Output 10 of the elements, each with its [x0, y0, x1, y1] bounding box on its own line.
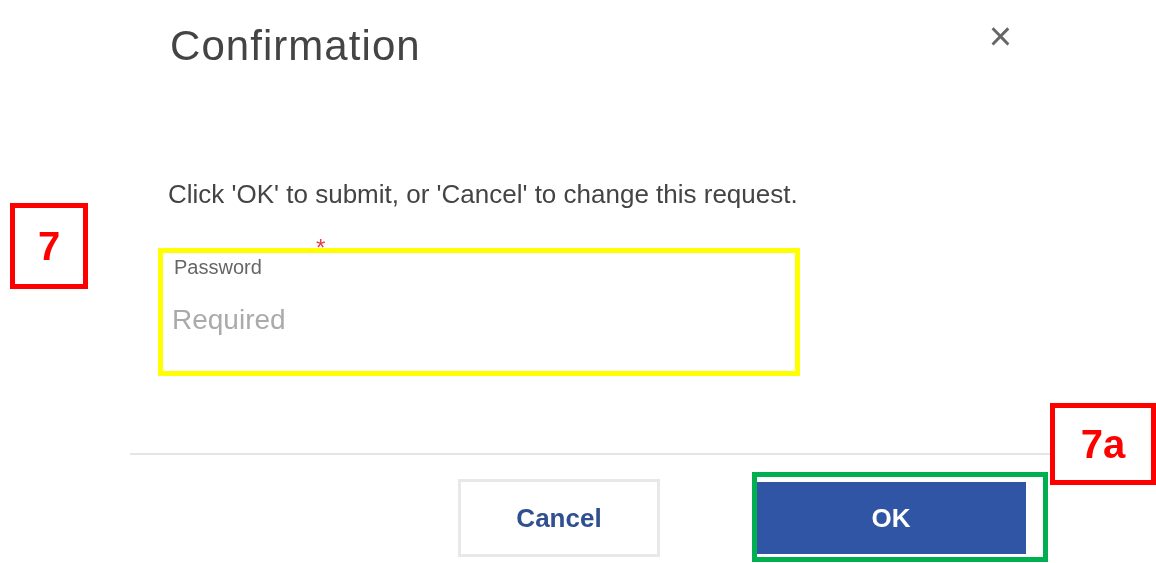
ok-button[interactable]: OK	[756, 482, 1026, 554]
callout-label: 7a	[1050, 403, 1156, 485]
callout-label: 7	[10, 203, 88, 289]
cancel-button[interactable]: Cancel	[458, 479, 660, 557]
close-button[interactable]: ×	[988, 16, 1012, 56]
field-label: Password	[174, 255, 262, 280]
required-mark: *	[316, 233, 326, 263]
dialog-message: Click 'OK' to submit, or 'Cancel' to change this request.	[168, 178, 799, 211]
password-field[interactable]: Required	[172, 296, 796, 344]
dialog-title: Confirmation	[170, 21, 421, 71]
